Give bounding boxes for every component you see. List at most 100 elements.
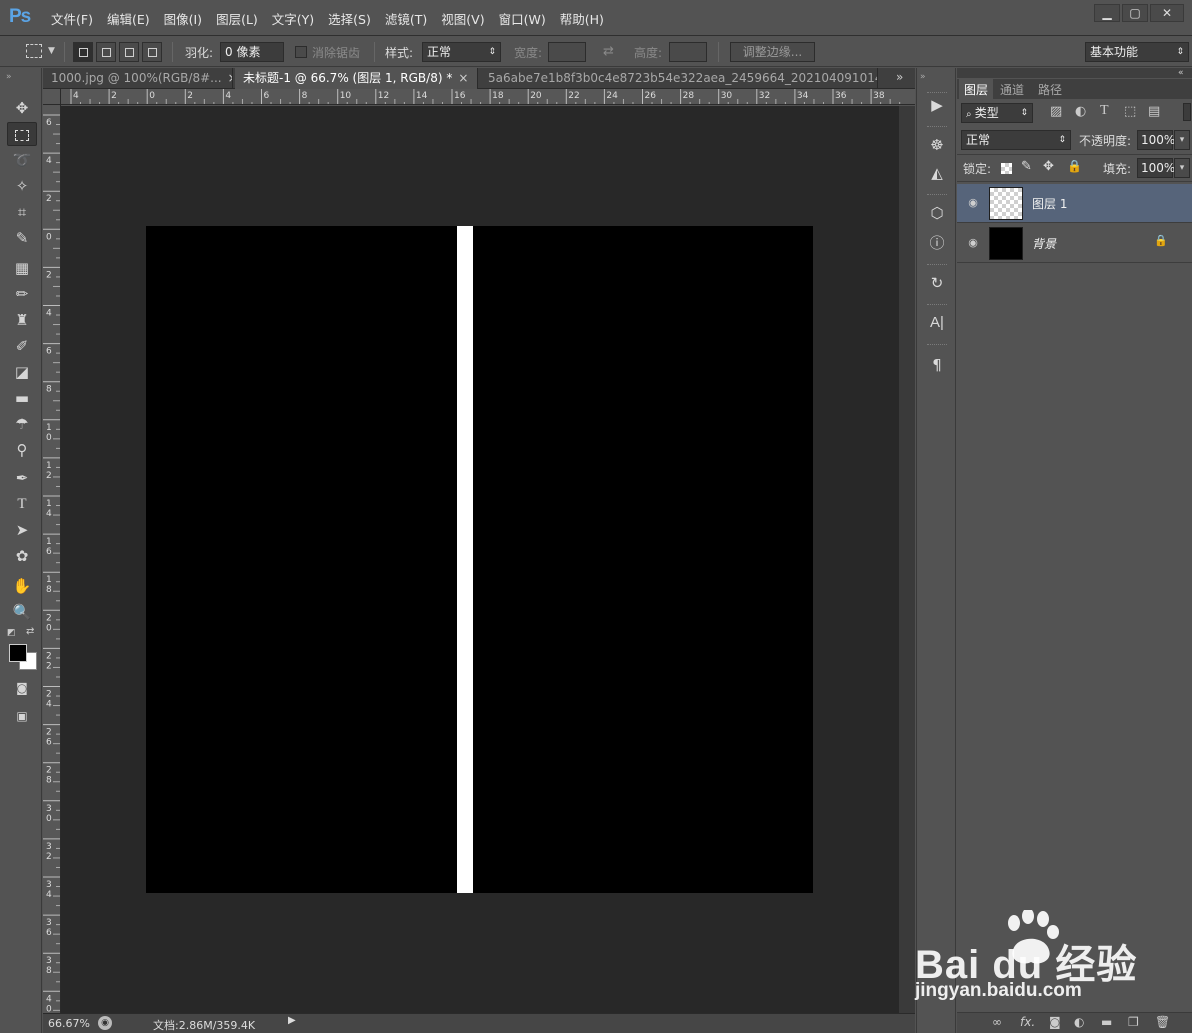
new-group-folder-icon[interactable]: ▬ — [1101, 1015, 1112, 1029]
dock-grip[interactable] — [927, 344, 947, 346]
workspace-select[interactable]: 基本功能 ⇕ — [1085, 42, 1189, 62]
lock-pixels-brush-icon[interactable]: ✎ — [1021, 159, 1032, 174]
eyedropper-tool-icon[interactable]: ✎ — [7, 226, 37, 250]
width-input[interactable] — [548, 42, 586, 62]
new-selection-button[interactable] — [73, 42, 93, 62]
visibility-eye-icon[interactable]: ◉ — [965, 236, 981, 250]
visibility-eye-icon[interactable]: ◉ — [965, 196, 981, 210]
menu-help[interactable]: 帮助(H) — [560, 9, 604, 28]
menu-view[interactable]: 视图(V) — [441, 9, 484, 28]
history-brush-tool-icon[interactable]: ✐ — [7, 334, 37, 358]
clone-stamp-tool-icon[interactable]: ♜ — [7, 308, 37, 332]
brush-tool-icon[interactable]: ✏ — [7, 282, 37, 306]
more-tabs-icon[interactable]: » — [896, 70, 903, 84]
menu-edit[interactable]: 编辑(E) — [107, 9, 150, 28]
screen-mode-icon[interactable]: ▣ — [7, 704, 37, 728]
height-input[interactable] — [669, 42, 707, 62]
status-menu-arrow-icon[interactable]: ▶ — [288, 1015, 302, 1031]
magic-wand-tool-icon[interactable]: ✧ — [7, 174, 37, 198]
layer-filter-select[interactable]: ⌕ 类型 ⇕ — [961, 103, 1033, 123]
type-filter-icon[interactable]: T — [1100, 103, 1109, 119]
tab-untitled-1[interactable]: 未标题-1 @ 66.7% (图层 1, RGB/8) * × — [235, 68, 478, 89]
move-tool-icon[interactable]: ✥ — [7, 96, 37, 120]
close-tab-icon[interactable]: × — [228, 71, 232, 85]
opacity-dropdown-icon[interactable]: ▾ — [1174, 130, 1190, 150]
close-tab-icon[interactable]: × — [458, 71, 468, 85]
refine-edge-button[interactable]: 调整边缘... — [730, 42, 815, 62]
lock-all-icon[interactable]: 🔒 — [1067, 159, 1082, 173]
navigator-icon[interactable]: ☸ — [925, 134, 949, 156]
style-select[interactable]: 正常 ⇕ — [422, 42, 501, 62]
gradient-tool-icon[interactable]: ▬ — [7, 386, 37, 410]
tab-5a6abe7e[interactable]: 5a6abe7e1b8f3b0c4e8723b54e322aea_2459664… — [480, 68, 878, 89]
intersect-selection-button[interactable] — [142, 42, 162, 62]
3d-cube-icon[interactable]: ⬡ — [925, 202, 949, 224]
menu-filter[interactable]: 滤镜(T) — [385, 9, 427, 28]
tab-channels[interactable]: 通道 — [1000, 81, 1024, 97]
tab-1000-jpg[interactable]: 1000.jpg @ 100%(RGB/8#... × — [43, 68, 233, 89]
horizontal-ruler[interactable]: 4 2 0 2 4 6 8 10 12 14 16 18 20 22 24 26 28 30 32 34 36 38 — [61, 89, 915, 105]
dodge-tool-icon[interactable]: ⚲ — [7, 438, 37, 462]
menu-window[interactable]: 窗口(W) — [499, 9, 546, 28]
dock-grip[interactable] — [927, 304, 947, 306]
maximize-button[interactable]: ▢ — [1122, 4, 1148, 22]
shape-filter-icon[interactable]: ⬚ — [1124, 104, 1136, 119]
hand-tool-icon[interactable]: ✋ — [7, 574, 37, 598]
blend-mode-select[interactable]: 正常 ⇕ — [961, 130, 1071, 150]
add-to-selection-button[interactable] — [96, 42, 116, 62]
fill-dropdown-icon[interactable]: ▾ — [1174, 158, 1190, 178]
adjustment-layer-icon[interactable]: ◐ — [1074, 1015, 1084, 1029]
tab-paths[interactable]: 路径 — [1038, 81, 1062, 97]
subtract-from-selection-button[interactable] — [119, 42, 139, 62]
filter-toggle-switch[interactable] — [1183, 103, 1191, 121]
history-icon[interactable]: ↻ — [925, 272, 949, 294]
path-selection-tool-icon[interactable]: ➤ — [7, 518, 37, 542]
lasso-tool-icon[interactable]: ➰ — [7, 148, 37, 172]
menu-layer[interactable]: 图层(L) — [216, 9, 258, 28]
foreground-color-swatch[interactable] — [9, 644, 27, 662]
vertical-ruler[interactable]: 6420246810121416182022242628303234363840 — [43, 105, 61, 1013]
pen-tool-icon[interactable]: ✒ — [7, 466, 37, 490]
eraser-tool-icon[interactable]: ◪ — [7, 360, 37, 384]
collapse-dock-icon[interactable]: » — [920, 72, 926, 82]
add-mask-icon[interactable]: ◙ — [1049, 1015, 1061, 1029]
type-tool-icon[interactable]: T — [7, 492, 37, 516]
actions-play-icon[interactable]: ▶ — [925, 94, 949, 116]
menu-type[interactable]: 文字(Y) — [272, 9, 314, 28]
antialias-checkbox[interactable] — [295, 46, 307, 58]
layer-row-layer-1[interactable]: ◉ 图层 1 — [957, 184, 1192, 223]
histogram-icon[interactable]: ◭ — [925, 162, 949, 184]
minimize-button[interactable]: ▁ — [1094, 4, 1120, 22]
default-colors-icon[interactable]: ◩ — [7, 628, 16, 638]
swap-width-height-icon[interactable]: ⇄ — [603, 44, 614, 59]
preset-dropdown-icon[interactable]: ▼ — [48, 46, 55, 56]
document-canvas[interactable] — [146, 226, 813, 893]
layer-name[interactable]: 图层 1 — [1032, 195, 1067, 212]
link-layers-icon[interactable]: ∞ — [992, 1015, 1002, 1029]
shape-tool-icon[interactable]: ✿ — [7, 544, 37, 568]
fill-input[interactable]: 100% — [1137, 158, 1175, 178]
new-layer-icon[interactable]: ❐ — [1128, 1015, 1139, 1029]
menu-image[interactable]: 图像(I) — [164, 9, 202, 28]
swap-colors-icon[interactable]: ⇄ — [26, 626, 34, 637]
collapse-toolbox-icon[interactable]: » — [6, 72, 12, 82]
delete-layer-trash-icon[interactable]: 🗑 — [1155, 1015, 1170, 1029]
tab-layers[interactable]: 图层 — [964, 81, 988, 97]
close-button[interactable]: ✕ — [1150, 4, 1184, 22]
marquee-tool-preset-icon[interactable] — [26, 44, 42, 58]
zoom-level[interactable]: 66.67% — [48, 1017, 90, 1030]
pixel-filter-icon[interactable]: ▨ — [1050, 104, 1062, 119]
dock-grip[interactable] — [927, 264, 947, 266]
adjustment-filter-icon[interactable]: ◐ — [1075, 104, 1086, 119]
dock-grip[interactable] — [927, 194, 947, 196]
quick-mask-icon[interactable]: ◙ — [7, 676, 37, 700]
vertical-scrollbar[interactable] — [899, 106, 915, 1013]
layer-name[interactable]: 背景 — [1032, 235, 1056, 252]
dock-grip[interactable] — [927, 126, 947, 128]
menu-file[interactable]: 文件(F) — [51, 9, 93, 28]
ruler-origin[interactable] — [43, 89, 61, 105]
collapse-panel-icon[interactable]: « — [1178, 68, 1184, 78]
feather-input[interactable]: 0 像素 — [220, 42, 284, 62]
crop-tool-icon[interactable]: ⌗ — [7, 200, 37, 224]
status-share-icon[interactable]: ◉ — [98, 1016, 112, 1030]
